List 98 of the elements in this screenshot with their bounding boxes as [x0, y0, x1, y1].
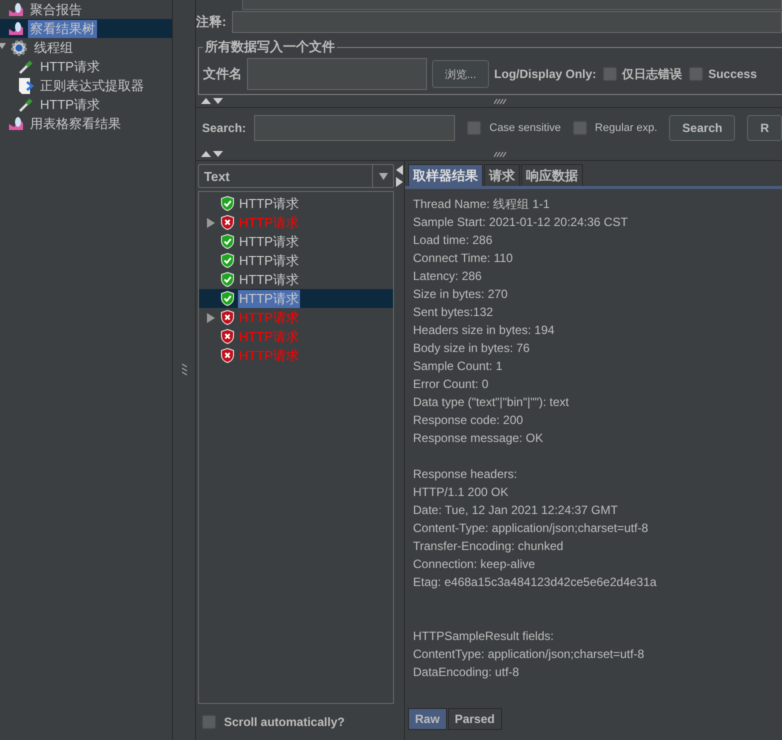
- result-text-line: Connect Time: 110: [413, 250, 514, 267]
- pipette-icon: [18, 58, 34, 74]
- result-text-line: Date: Tue, 12 Jan 2021 12:24:37 GMT: [413, 502, 619, 519]
- result-text-line: Error Count: 0: [413, 376, 490, 393]
- checkbox[interactable]: [603, 67, 618, 81]
- dropdown-caret-icon: [378, 172, 388, 180]
- comment-field[interactable]: [232, 11, 782, 33]
- file-name-label: 文件名: [203, 65, 242, 83]
- check-shield-icon: [221, 291, 234, 306]
- result-text-line: Sample Start: 2021-01-12 20:24:36 CST: [413, 214, 629, 231]
- result-label: HTTP请求: [238, 214, 300, 232]
- tree-item[interactable]: 正则表达式提取器: [0, 76, 172, 95]
- tree-item[interactable]: 线程组: [0, 38, 172, 57]
- tree-item[interactable]: HTTP请求: [0, 95, 172, 114]
- result-text-line: Thread Name: 线程组 1-1: [413, 196, 551, 213]
- search-button[interactable]: R: [747, 115, 782, 141]
- result-text-line: Latency: 286: [413, 268, 483, 285]
- checkbox[interactable]: [467, 121, 482, 135]
- result-text-line: Response message: OK: [413, 430, 544, 447]
- checkbox-label: Scroll automatically?: [224, 715, 345, 729]
- tree-item[interactable]: 察看结果树: [0, 19, 172, 38]
- browse-button[interactable]: 浏览...: [432, 60, 490, 88]
- file-name-field[interactable]: [247, 58, 427, 90]
- result-label: HTTP请求: [238, 270, 300, 288]
- result-label: HTTP请求: [238, 328, 300, 346]
- result-text-line: HTTPSampleResult fields:: [413, 628, 555, 645]
- checkbox[interactable]: [689, 67, 704, 81]
- log-display-label: Log/Display Only:: [494, 67, 596, 81]
- result-label: HTTP请求: [238, 346, 300, 364]
- result-text-line: Response code: 200: [413, 412, 524, 429]
- result-text-line: Connection: keep-alive: [413, 556, 536, 573]
- document-arrow-icon: [18, 76, 34, 94]
- result-item[interactable]: HTTP请求: [199, 251, 393, 270]
- result-label: HTTP请求: [238, 252, 300, 270]
- result-label: HTTP请求: [238, 290, 300, 308]
- gear-icon: [10, 38, 28, 56]
- tree-item[interactable]: 聚合报告: [0, 0, 172, 19]
- result-text-line: DataEncoding: utf-8: [413, 664, 520, 681]
- check-shield-icon: [221, 234, 234, 249]
- result-text-line: Content-Type: application/json;charset=utf-8: [413, 520, 650, 537]
- splitter-grip-icon[interactable]: [494, 152, 508, 156]
- tab[interactable]: 取样器结果: [408, 164, 483, 186]
- collapse-arrows-icon[interactable]: [200, 150, 224, 158]
- pipette-icon: [18, 96, 34, 112]
- checkbox-label: Case sensitive: [489, 122, 561, 134]
- result-text-line: Data type ("text"|"bin"|""): text: [413, 394, 570, 411]
- tab[interactable]: 请求: [484, 164, 520, 186]
- chart-icon: [8, 2, 24, 16]
- result-text-line: Load time: 286: [413, 232, 494, 249]
- renderer-dropdown[interactable]: Text: [198, 164, 394, 188]
- result-text-line: ContentType: application/json;charset=utf-8: [413, 646, 646, 663]
- chart-icon: [8, 116, 24, 130]
- splitter-arrows-icon[interactable]: [396, 165, 403, 187]
- check-shield-icon: [221, 253, 234, 268]
- result-item[interactable]: HTTP请求: [199, 270, 393, 289]
- result-text-line: Size in bytes: 270: [413, 286, 509, 303]
- result-item[interactable]: HTTP请求: [199, 289, 393, 308]
- search-label: Search:: [202, 121, 246, 135]
- view-tab[interactable]: Raw: [408, 708, 447, 730]
- collapse-arrows-icon[interactable]: [200, 97, 224, 105]
- check-shield-icon: [221, 196, 234, 211]
- result-text-line: HTTP/1.1 200 OK: [413, 484, 510, 501]
- search-button[interactable]: Search: [669, 115, 736, 141]
- result-text-line: Response headers:: [413, 466, 518, 483]
- group-title: 所有数据写入一个文件: [204, 38, 336, 56]
- result-item[interactable]: HTTP请求: [199, 232, 393, 251]
- checkbox-label: Regular exp.: [594, 122, 658, 134]
- checkbox-label: 仅日志错误: [622, 66, 682, 82]
- result-text-line: Sent bytes:132: [413, 304, 494, 321]
- tree-item[interactable]: 用表格察看结果: [0, 114, 172, 133]
- result-text-line: Body size in bytes: 76: [413, 340, 531, 357]
- chart-icon: [8, 22, 24, 36]
- cross-shield-icon: [221, 348, 234, 363]
- result-text-line: Etag: e468a15c3a484123d42ce5e6e2d4e31a: [413, 574, 658, 591]
- expand-caret-icon[interactable]: [207, 312, 215, 322]
- splitter-grip-icon[interactable]: [182, 363, 186, 377]
- tree-item[interactable]: HTTP请求: [0, 57, 172, 76]
- cross-shield-icon: [221, 329, 234, 344]
- checkbox[interactable]: [572, 121, 587, 135]
- result-label: HTTP请求: [238, 232, 300, 250]
- check-shield-icon: [221, 272, 234, 287]
- view-tab[interactable]: Parsed: [448, 708, 502, 730]
- result-text-line: Sample Count: 1: [413, 358, 504, 375]
- search-field[interactable]: [254, 115, 456, 141]
- splitter-grip-icon[interactable]: [494, 98, 508, 104]
- result-label: HTTP请求: [238, 194, 300, 212]
- name-field[interactable]: [242, 0, 782, 10]
- expand-caret-icon[interactable]: [207, 218, 215, 228]
- result-label: HTTP请求: [238, 308, 300, 326]
- result-text-line: Transfer-Encoding: chunked: [413, 538, 564, 555]
- tab[interactable]: 响应数据: [521, 164, 583, 186]
- checkbox[interactable]: [202, 715, 216, 729]
- cross-shield-icon: [221, 310, 234, 325]
- cross-shield-icon: [221, 215, 234, 230]
- comment-label: 注释:: [196, 13, 226, 31]
- result-text-line: Headers size in bytes: 194: [413, 322, 556, 339]
- checkbox-label: Success: [708, 67, 757, 81]
- result-item[interactable]: HTTP请求: [199, 194, 393, 213]
